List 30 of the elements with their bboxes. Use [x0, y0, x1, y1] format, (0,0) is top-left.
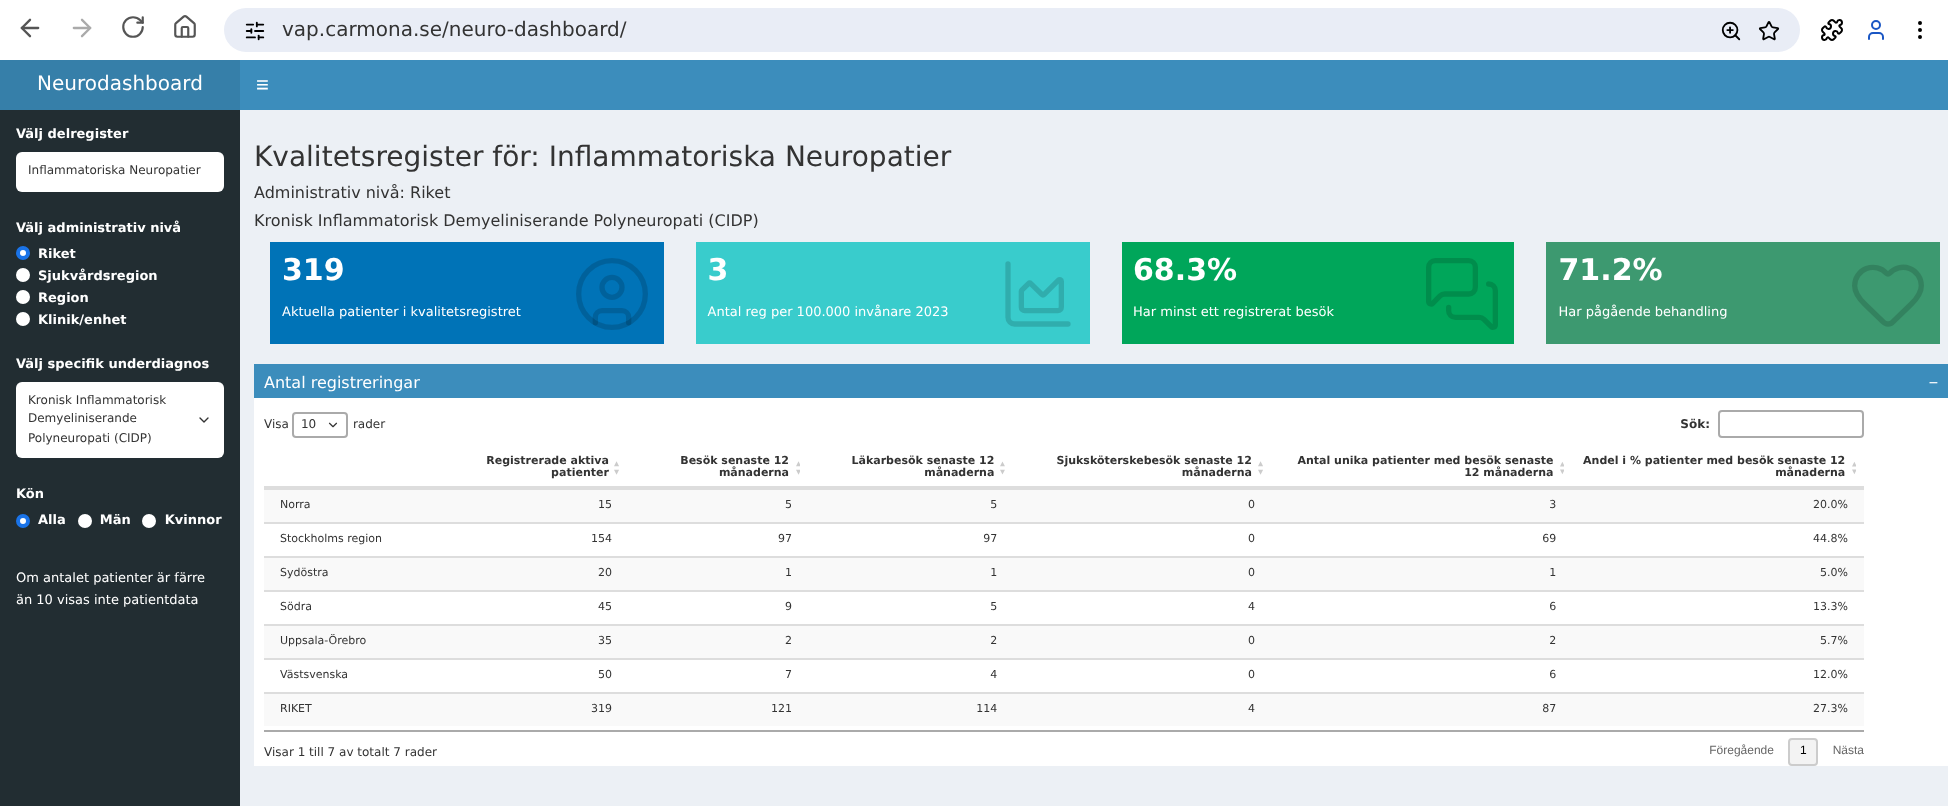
info-value: 3: [707, 252, 731, 288]
url-text: vap.carmona.se/neuro-dashboard/: [282, 19, 629, 41]
sort-icon: [1851, 460, 1856, 476]
sort-icon: [614, 460, 620, 476]
brand-title: Neurodashboard: [0, 60, 240, 110]
address-bar[interactable]: vap.carmona.se/neuro-dashboard/: [224, 8, 1800, 52]
search-field[interactable]: [1718, 410, 1864, 438]
extensions-icon[interactable]: [1820, 18, 1844, 42]
zoom-icon[interactable]: [1720, 19, 1742, 41]
page-title: Kvalitetsregister för: Inflammatoriska Neuropatier: [254, 142, 954, 174]
info-value: 68.3%: [1133, 252, 1240, 288]
caret-icon: [326, 417, 341, 431]
collapse-button[interactable]: −: [1928, 373, 1938, 391]
bookmark-star-icon[interactable]: [1758, 19, 1780, 41]
speech-bubbles-icon: [1422, 254, 1503, 334]
radio-icon[interactable]: [16, 246, 30, 261]
info-value: 71.2%: [1558, 252, 1665, 288]
sort-icon: [1257, 460, 1264, 476]
radio-icon[interactable]: [16, 513, 30, 528]
profile-icon[interactable]: [1864, 18, 1888, 42]
info-value: 319: [282, 252, 347, 288]
sort-icon: [795, 460, 801, 476]
user-circle-icon: [571, 254, 652, 334]
subtitle: Administrativ nivå: Riket: [254, 184, 453, 202]
sort-icon: [1559, 460, 1565, 476]
site-settings-icon[interactable]: [244, 19, 266, 41]
panel-title: Antal registreringar: [264, 373, 420, 391]
menu-toggle[interactable]: ≡: [252, 73, 273, 97]
sort-icon: [1000, 460, 1006, 476]
subtitle: Kronisk Inflammatorisk Demyeliniserande Polyneuropati (CIDP): [254, 212, 761, 230]
